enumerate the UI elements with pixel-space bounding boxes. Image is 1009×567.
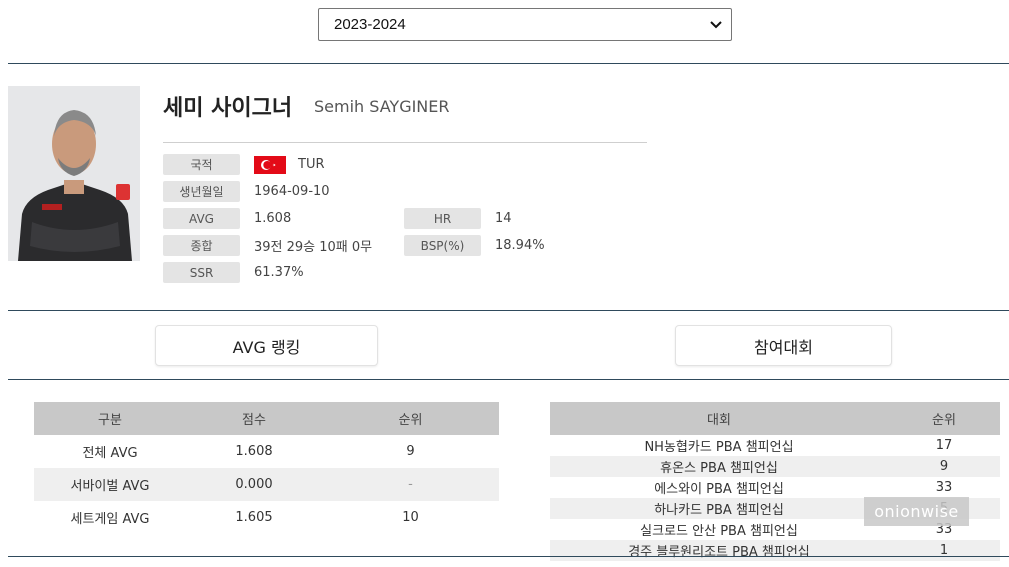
player-photo (8, 86, 140, 261)
avg-value: 1.608 (254, 211, 292, 226)
tab-avg-ranking[interactable]: AVG 랭킹 (155, 325, 378, 366)
season-select[interactable]: 2023-2024 (318, 8, 732, 41)
table-header-row: 구분 점수 순위 (34, 402, 499, 435)
tournament-name-cell: 에스와이 PBA 챔피언십 (654, 482, 784, 497)
tournament-name-cell: NH농협카드 PBA 챔피언십 (644, 440, 794, 455)
column-header: 구분 (34, 402, 186, 435)
tournament-name-cell: 휴온스 PBA 챔피언십 (550, 456, 888, 477)
avg-ranking-table: 구분 점수 순위 전체 AVG 1.608 9 서바이벌 AVG 0.000 -… (34, 402, 499, 534)
tournament-name-cell: 경주 블루원리조트 PBA 챔피언십 (550, 540, 888, 561)
season-select-value: 2023-2024 (334, 16, 406, 33)
column-header: 순위 (322, 402, 499, 435)
bsp-label: BSP(%) (404, 235, 481, 256)
tournament-name-cell: 하나카드 PBA 챔피언십 (550, 498, 888, 519)
total-label: 종합 (163, 235, 240, 256)
rank-cell: 1 (888, 540, 1000, 561)
category-cell: 전체 AVG (82, 446, 138, 461)
table-header-row: 대회 순위 (550, 402, 1000, 435)
divider (8, 310, 1009, 311)
player-name-en: Semih SAYGINER (314, 97, 450, 116)
category-cell: 서바이벌 AVG (34, 468, 186, 501)
rank-cell: 9 (888, 456, 1000, 477)
score-cell: 1.605 (235, 510, 273, 525)
hr-label: HR (404, 208, 481, 229)
score-cell: 0.000 (186, 468, 322, 501)
tab-tournaments[interactable]: 참여대회 (675, 325, 892, 366)
column-header: 대회 (550, 402, 888, 435)
divider (8, 556, 1009, 557)
rank-cell: 9 (406, 444, 415, 459)
rank-cell: - (322, 468, 499, 501)
table-row: 경주 블루원리조트 PBA 챔피언십 1 (550, 540, 1000, 561)
column-header: 순위 (888, 402, 1000, 435)
birth-value: 1964-09-10 (254, 184, 330, 199)
score-cell: 1.608 (235, 444, 273, 459)
divider (8, 379, 1009, 380)
rank-cell: 33 (935, 480, 953, 495)
tournaments-table: 대회 순위 NH농협카드 PBA 챔피언십 17 휴온스 PBA 챔피언십 9 … (550, 402, 1000, 561)
ssr-label: SSR (163, 262, 240, 283)
rank-cell: 17 (935, 438, 953, 453)
bsp-value: 18.94% (495, 238, 545, 253)
rank-cell: 10 (402, 510, 419, 525)
avg-label: AVG (163, 208, 240, 229)
nationality-value: TUR (298, 157, 325, 172)
total-value: 39전 29승 10패 0무 (254, 240, 373, 255)
category-cell: 세트게임 AVG (70, 512, 150, 527)
turkey-flag-icon (254, 156, 286, 174)
column-header: 점수 (186, 402, 322, 435)
divider (8, 63, 1009, 64)
table-row: 서바이벌 AVG 0.000 - (34, 468, 499, 501)
table-row: 에스와이 PBA 챔피언십 33 (550, 477, 1000, 498)
table-row: NH농협카드 PBA 챔피언십 17 (550, 435, 1000, 456)
nationality-label: 국적 (163, 154, 240, 175)
table-row: 휴온스 PBA 챔피언십 9 (550, 456, 1000, 477)
watermark-logo: onionwise (864, 497, 969, 526)
tournament-name-cell: 실크로드 안산 PBA 챔피언십 (640, 524, 798, 539)
player-name-ko: 세미 사이그너 (163, 96, 293, 121)
table-row: 전체 AVG 1.608 9 (34, 435, 499, 468)
chevron-down-icon (701, 18, 731, 32)
name-divider (163, 142, 647, 143)
ssr-value: 61.37% (254, 265, 304, 280)
table-row: 세트게임 AVG 1.605 10 (34, 501, 499, 534)
birth-label: 생년월일 (163, 181, 240, 202)
hr-value: 14 (495, 211, 512, 226)
